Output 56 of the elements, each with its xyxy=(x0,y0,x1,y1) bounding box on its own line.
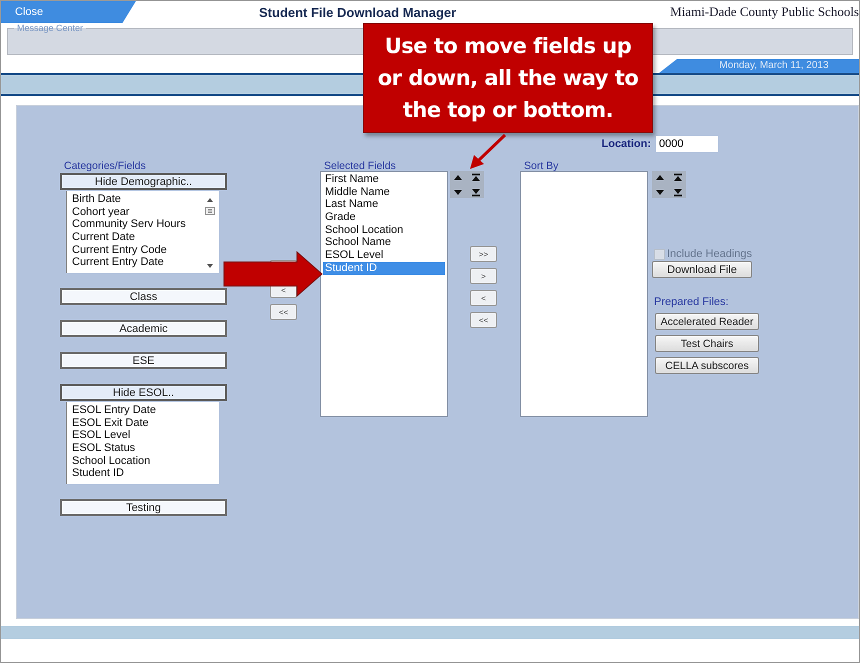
callout-box: Use to move fields up or down, all the way to the top or bottom. xyxy=(363,23,653,133)
transfer-button[interactable]: << xyxy=(270,304,297,320)
move-top-icon[interactable] xyxy=(673,172,683,183)
sort-by-label: Sort By xyxy=(523,160,560,173)
category-button[interactable]: Hide ESOL.. xyxy=(60,384,227,401)
list-item[interactable]: Grade xyxy=(323,211,445,224)
scroll-down-icon[interactable] xyxy=(206,263,214,269)
category-button[interactable]: ESE xyxy=(60,352,227,369)
list-item[interactable]: Current Entry Date xyxy=(70,256,204,270)
list-item[interactable]: Cohort year xyxy=(70,206,204,218)
transfer-button[interactable]: >> xyxy=(470,246,497,262)
move-up-icon[interactable] xyxy=(453,174,463,182)
list-item[interactable]: Community Serv Hours xyxy=(70,218,204,232)
list-item[interactable]: ESOL Entry Date xyxy=(70,404,216,417)
category-button[interactable]: Class xyxy=(60,288,227,305)
list-item[interactable]: School Location xyxy=(70,454,216,468)
list-item[interactable]: First Name xyxy=(323,173,445,186)
move-top-icon[interactable] xyxy=(471,172,481,183)
selected-fields-label: Selected Fields xyxy=(323,160,397,173)
list-item[interactable]: ESOL Level xyxy=(70,429,216,442)
window-title: Student File Download Manager xyxy=(259,4,456,20)
list-item[interactable]: Current Date xyxy=(70,231,204,244)
include-headings-label: Include Headings xyxy=(667,248,752,260)
transfer-button[interactable]: > xyxy=(470,268,497,284)
list-item[interactable]: Middle Name xyxy=(323,186,445,198)
move-bottom-icon[interactable] xyxy=(471,187,481,198)
list-item[interactable]: ESOL Exit Date xyxy=(70,416,216,430)
move-up-icon[interactable] xyxy=(655,174,665,182)
transfer-button[interactable]: < xyxy=(470,290,497,306)
list-item[interactable]: ESOL Status xyxy=(70,442,216,455)
list-item[interactable]: Current Entry Code xyxy=(70,244,204,256)
location-field[interactable]: 0000 xyxy=(656,136,718,152)
category-button[interactable]: Hide Demographic.. xyxy=(60,173,227,190)
categories-label: Categories/Fields xyxy=(63,160,147,173)
prepared-file-button[interactable]: Test Chairs xyxy=(655,335,759,352)
scroll-thumb-icon[interactable] xyxy=(205,207,215,215)
list-item[interactable]: Last Name xyxy=(323,198,445,212)
category-button[interactable]: Academic xyxy=(60,320,227,337)
prepared-files-label: Prepared Files: xyxy=(654,296,729,308)
move-down-icon[interactable] xyxy=(453,188,463,196)
prepared-file-button[interactable]: Accelerated Reader xyxy=(655,313,759,330)
list-item[interactable]: School Location xyxy=(323,224,445,236)
scroll-up-icon[interactable] xyxy=(206,197,214,203)
move-down-icon[interactable] xyxy=(655,188,665,196)
transfer-button[interactable]: << xyxy=(470,312,497,328)
move-bottom-icon[interactable] xyxy=(673,187,683,198)
organization-name: Miami-Dade County Public Schools xyxy=(670,4,859,20)
list-item[interactable]: ESOL Level xyxy=(323,249,445,262)
list-item[interactable]: Student ID xyxy=(70,467,216,480)
prepared-file-button[interactable]: CELLA subscores xyxy=(655,357,759,374)
location-label: Location: xyxy=(602,138,651,150)
list-item[interactable]: Birth Date xyxy=(70,193,204,206)
category-button[interactable]: Testing xyxy=(60,499,227,516)
list-item[interactable]: School Name xyxy=(323,236,445,250)
download-file-button[interactable]: Download File xyxy=(652,261,752,278)
message-center-legend: Message Center xyxy=(14,23,86,33)
